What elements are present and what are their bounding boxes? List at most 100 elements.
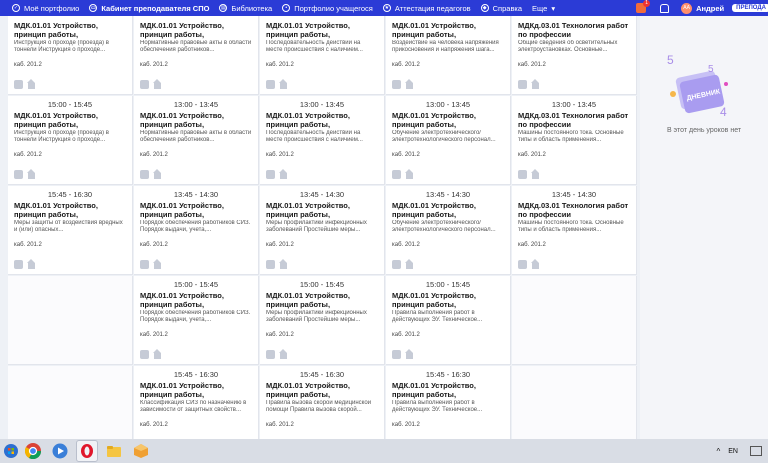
lesson-card[interactable]: МДКд.03.01 Технология работ по профессии… — [512, 16, 637, 95]
home-assignment-icon[interactable] — [279, 169, 288, 179]
language-indicator[interactable]: EN — [728, 448, 738, 455]
lesson-card[interactable]: 15:45 - 16:30 МДК.01.01 Устройство, принц… — [386, 366, 511, 439]
home-assignment-icon[interactable] — [153, 79, 162, 89]
lesson-card[interactable]: 15:00 - 15:45 МДК.01.01 Устройство, принц… — [260, 276, 385, 365]
bell-icon[interactable] — [660, 3, 670, 13]
lesson-card[interactable]: 13:45 - 14:30 МДК.01.01 Устройство, принц… — [386, 186, 511, 275]
homework-book-icon[interactable] — [14, 80, 23, 89]
home-assignment-icon[interactable] — [531, 169, 540, 179]
homework-book-icon[interactable] — [140, 260, 149, 269]
homework-book-icon[interactable] — [392, 260, 401, 269]
homework-book-icon[interactable] — [518, 80, 527, 89]
homework-book-icon[interactable] — [392, 350, 401, 359]
package-icon[interactable] — [130, 440, 152, 462]
lesson-title[interactable]: МДК.01.01 Устройство, принцип работы, те… — [140, 291, 252, 309]
lesson-title[interactable]: МДК.01.01 Устройство, принцип работы, те… — [140, 21, 252, 39]
lesson-topic: Машины постоянного тока. Основные типы и… — [518, 130, 624, 143]
home-assignment-icon[interactable] — [279, 349, 288, 359]
lesson-card[interactable]: 15:00 - 15:45 МДК.01.01 Устройство, принц… — [386, 276, 511, 365]
homework-book-icon[interactable] — [266, 80, 275, 89]
start-button[interactable] — [0, 439, 22, 463]
home-assignment-icon[interactable] — [405, 169, 414, 179]
nav-item-6[interactable]: Еще ▾ — [532, 4, 555, 13]
lesson-card[interactable]: 13:45 - 14:30 МДК.01.01 Устройство, принц… — [134, 186, 259, 275]
lesson-title[interactable]: МДК.01.01 Устройство, принцип работы, те… — [266, 291, 378, 309]
lesson-card[interactable]: 13:00 - 13:45 МДК.01.01 Устройство, принц… — [386, 96, 511, 185]
lesson-title[interactable]: МДК.01.01 Устройство, принцип работы, те… — [392, 201, 504, 219]
lesson-title[interactable]: МДК.01.01 Устройство, принцип работы, те… — [140, 201, 252, 219]
lesson-title[interactable]: МДК.01.01 Устройство, принцип работы, те… — [140, 381, 252, 399]
lesson-card[interactable]: 15:45 - 16:30 МДК.01.01 Устройство, принц… — [8, 186, 133, 275]
nav-item-1[interactable]: ▭ Кабинет преподавателя СПО — [89, 4, 209, 13]
media-player-icon[interactable] — [49, 440, 71, 462]
lesson-card[interactable]: 13:00 - 13:45 МДК.01.01 Устройство, принц… — [134, 96, 259, 185]
nav-item-0[interactable]: ✓ Моё портфолио — [12, 4, 79, 13]
chrome-icon[interactable] — [22, 440, 44, 462]
lesson-card[interactable]: 15:45 - 16:30 МДК.01.01 Устройство, принц… — [134, 366, 259, 439]
nav-item-4[interactable]: ★ Аттестация педагогов — [382, 4, 471, 13]
lesson-title[interactable]: МДК.01.01 Устройство, принцип работы, те… — [266, 21, 378, 39]
lesson-title[interactable]: МДКд.03.01 Технология работ по профессии… — [518, 111, 630, 129]
lesson-title[interactable]: МДКд.03.01 Технология работ по профессии… — [518, 201, 630, 219]
home-assignment-icon[interactable] — [27, 259, 36, 269]
lesson-title[interactable]: МДК.01.01 Устройство, принцип работы, те… — [266, 381, 378, 399]
notifications-icon[interactable] — [750, 446, 762, 456]
lesson-title[interactable]: МДК.01.01 Устройство, принцип работы, те… — [392, 111, 504, 129]
lesson-card[interactable]: 15:00 - 15:45 МДК.01.01 Устройство, принц… — [8, 96, 133, 185]
lesson-card[interactable]: 13:45 - 14:30 МДК.01.01 Устройство, принц… — [260, 186, 385, 275]
home-assignment-icon[interactable] — [405, 349, 414, 359]
lesson-card[interactable]: 13:00 - 13:45 МДК.01.01 Устройство, принц… — [260, 96, 385, 185]
homework-book-icon[interactable] — [266, 170, 275, 179]
home-assignment-icon[interactable] — [405, 259, 414, 269]
opera-icon[interactable] — [76, 440, 98, 462]
homework-book-icon[interactable] — [14, 260, 23, 269]
homework-book-icon[interactable] — [140, 80, 149, 89]
home-assignment-icon[interactable] — [531, 79, 540, 89]
lesson-title[interactable]: МДК.01.01 Устройство, принцип работы, те… — [392, 381, 504, 399]
home-assignment-icon[interactable] — [279, 79, 288, 89]
lesson-title[interactable]: МДК.01.01 Устройство, принцип работы, те… — [140, 111, 252, 129]
home-assignment-icon[interactable] — [153, 259, 162, 269]
lesson-card[interactable]: 13:45 - 14:30 МДКд.03.01 Технология работ… — [512, 186, 637, 275]
lesson-title[interactable]: МДК.01.01 Устройство, принцип работы, те… — [14, 21, 126, 39]
lesson-card[interactable]: МДК.01.01 Устройство, принцип работы, те… — [134, 16, 259, 95]
home-assignment-icon[interactable] — [153, 349, 162, 359]
lesson-card[interactable]: 15:45 - 16:30 МДК.01.01 Устройство, принц… — [260, 366, 385, 439]
home-assignment-icon[interactable] — [27, 79, 36, 89]
home-assignment-icon[interactable] — [279, 259, 288, 269]
lesson-card[interactable]: МДК.01.01 Устройство, принцип работы, те… — [260, 16, 385, 95]
nav-item-5[interactable]: ◆ Справка — [480, 4, 522, 13]
lesson-title[interactable]: МДК.01.01 Устройство, принцип работы, те… — [392, 291, 504, 309]
home-assignment-icon[interactable] — [153, 169, 162, 179]
chevron-up-icon[interactable]: ^ — [717, 447, 721, 456]
lesson-title[interactable]: МДК.01.01 Устройство, принцип работы, те… — [14, 201, 126, 219]
lesson-card[interactable]: МДК.01.01 Устройство, принцип работы, те… — [8, 16, 133, 95]
homework-book-icon[interactable] — [392, 80, 401, 89]
lesson-card[interactable]: МДК.01.01 Устройство, принцип работы, те… — [386, 16, 511, 95]
file-explorer-icon[interactable] — [103, 440, 125, 462]
lesson-title[interactable]: МДК.01.01 Устройство, принцип работы, те… — [392, 21, 504, 39]
user-name[interactable]: Андрей — [696, 4, 724, 13]
homework-book-icon[interactable] — [518, 260, 527, 269]
homework-book-icon[interactable] — [266, 260, 275, 269]
nav-item-2[interactable]: ▤ Библиотека — [219, 4, 272, 13]
homework-book-icon[interactable] — [392, 170, 401, 179]
apps-button[interactable]: 1 — [636, 0, 651, 13]
lesson-card[interactable]: 15:00 - 15:45 МДК.01.01 Устройство, принц… — [134, 276, 259, 365]
homework-book-icon[interactable] — [14, 170, 23, 179]
lesson-title[interactable]: МДК.01.01 Устройство, принцип работы, те… — [266, 201, 378, 219]
lesson-title[interactable]: МДК.01.01 Устройство, принцип работы, те… — [14, 111, 126, 129]
homework-book-icon[interactable] — [518, 170, 527, 179]
home-assignment-icon[interactable] — [405, 79, 414, 89]
homework-book-icon[interactable] — [140, 170, 149, 179]
lesson-title[interactable]: МДКд.03.01 Технология работ по профессии… — [518, 21, 630, 39]
nav-item-3[interactable]: • Портфолио учащегося — [282, 4, 373, 13]
homework-book-icon[interactable] — [266, 350, 275, 359]
avatar[interactable]: АА — [681, 2, 693, 14]
role-switch-button[interactable]: ПРЕПОДА — [732, 4, 768, 12]
lesson-card[interactable]: 13:00 - 13:45 МДКд.03.01 Технология работ… — [512, 96, 637, 185]
homework-book-icon[interactable] — [140, 350, 149, 359]
lesson-title[interactable]: МДК.01.01 Устройство, принцип работы, те… — [266, 111, 378, 129]
home-assignment-icon[interactable] — [531, 259, 540, 269]
home-assignment-icon[interactable] — [27, 169, 36, 179]
